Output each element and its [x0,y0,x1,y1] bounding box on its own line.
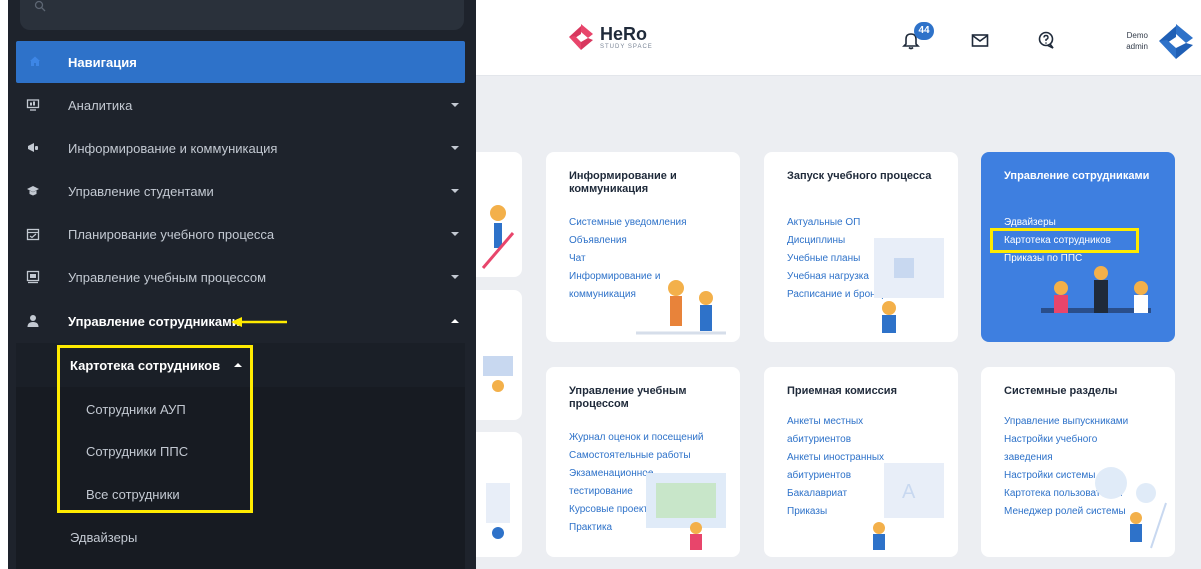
main-content: HeRo STUDY SPACE 44 Demo admin Информиро… [476,0,1201,569]
partial-card[interactable] [476,432,522,557]
logo-icon [569,24,593,50]
card-link[interactable]: Анкеты местных [787,413,947,431]
illustration-icon [646,473,726,550]
card-link[interactable]: Управление выпускниками [1004,413,1164,431]
logo-subtitle: STUDY SPACE [600,44,653,50]
left-border [0,0,8,569]
user-second-line: admin [1126,42,1148,51]
search-input[interactable] [20,0,464,30]
chevron-down-icon [451,146,459,150]
chevron-down-icon [451,275,459,279]
illustration-icon [483,356,513,392]
logo-name: HeRo [600,24,648,44]
megaphone-icon [28,143,38,152]
sidebar-item-analytics[interactable]: Аналитика [16,86,465,126]
highlight-box [57,345,253,513]
annotation-arrow-icon [231,317,287,327]
sidebar-item-planning[interactable]: Планирование учебного процесса [16,215,465,255]
avatar-logo-icon [1159,24,1193,59]
navigation-header-label: Навигация [68,55,137,70]
card-link[interactable]: абитуриентов [787,431,947,449]
partial-card[interactable] [476,290,522,420]
sidebar-item-label: Управление сотрудниками [68,314,240,329]
sidebar-item-students[interactable]: Управление студентами [16,172,465,212]
card-title: Информирование и коммуникация [569,170,677,195]
sidebar-item-communication[interactable]: Информирование и коммуникация [16,129,465,169]
sidebar-item-label: Планирование учебного процесса [68,227,275,242]
sidebar-item-label: Управление студентами [68,184,214,199]
board-icon [26,270,40,284]
user-name[interactable]: Demo admin [1110,30,1148,52]
chevron-down-icon [451,232,459,236]
card-system[interactable]: Системные разделы Управление выпускникам… [981,367,1175,557]
sidebar-item-label: Информирование и коммуникация [68,141,278,156]
avatar[interactable] [1155,20,1197,62]
illustration-icon [636,280,726,335]
card-title: Управление учебным процессом [569,385,687,410]
card-process-launch[interactable]: Запуск учебного процесса Актуальные ОП Д… [764,152,958,342]
card-title: Приемная комиссия [787,385,897,397]
navigation-header[interactable]: Навигация [16,41,465,83]
sidebar-item-label: Управление учебным процессом [68,270,267,285]
chevron-down-icon [451,189,459,193]
home-icon [30,56,40,66]
chat-icon[interactable] [1036,30,1056,50]
illustration-icon [481,205,515,269]
user-first-line: Demo [1126,31,1148,40]
card-process-management[interactable]: Управление учебным процессом Журнал оцен… [546,367,740,557]
card-title: Системные разделы [1004,385,1118,397]
illustration-icon [1041,266,1151,313]
card-link[interactable]: Системные уведомления [569,214,729,232]
monitor-icon [26,99,40,111]
chevron-up-icon [451,319,459,323]
graduation-cap-icon [27,186,39,196]
svg-text:A: A [902,481,916,503]
highlight-box [990,228,1139,253]
search-icon [34,0,46,12]
card-communication[interactable]: Информирование и коммуникация Системные … [546,152,740,342]
card-admission[interactable]: Приемная комиссия Анкеты местных абитури… [764,367,958,557]
sidebar-item-label: Аналитика [68,98,133,113]
calendar-icon [26,228,40,241]
illustration-icon: A [873,463,944,550]
sidebar: Навигация Аналитика Информирование и ком… [0,0,476,569]
card-title: Запуск учебного процесса [787,170,932,182]
topbar: HeRo STUDY SPACE 44 Demo admin [476,0,1201,76]
illustration-icon [874,238,944,333]
mail-icon[interactable] [970,30,990,50]
card-title: Управление сотрудниками [1004,170,1150,182]
illustration-icon [486,483,510,539]
submenu-item-advisors[interactable]: Эдвайзеры [70,530,137,545]
chevron-down-icon [451,103,459,107]
user-icon [27,315,39,327]
card-link[interactable]: Объявления [569,232,729,250]
sidebar-item-process[interactable]: Управление учебным процессом [16,258,465,298]
notifications-badge: 44 [914,22,934,40]
illustration-icon [1095,467,1167,549]
card-link[interactable]: Журнал оценок и посещений [569,429,729,447]
partial-card[interactable] [476,152,522,277]
